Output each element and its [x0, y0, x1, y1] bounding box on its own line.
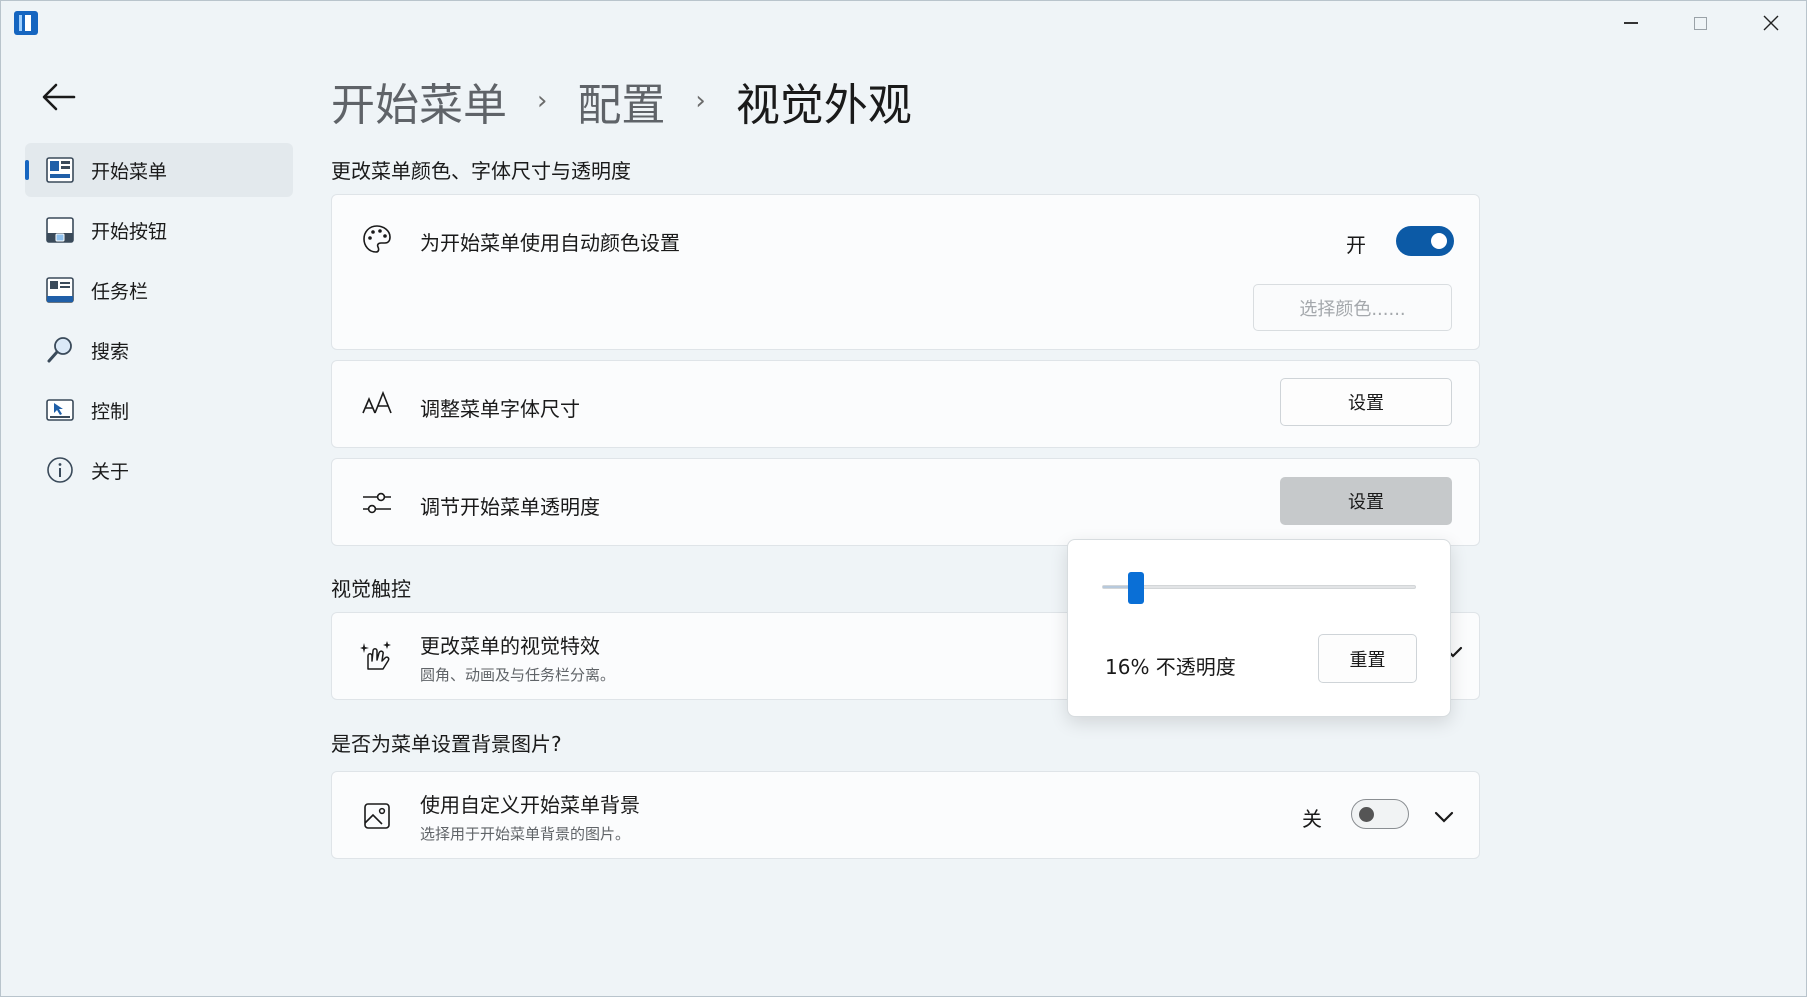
app-logo-icon — [14, 11, 38, 35]
taskbar-icon — [45, 275, 75, 305]
visual-effects-title: 更改菜单的视觉特效 — [420, 634, 600, 658]
start-button-icon — [45, 215, 75, 245]
sidebar-item-label: 搜索 — [91, 340, 130, 363]
start-menu-icon — [45, 155, 75, 185]
background-card: 使用自定义开始菜单背景 选择用于开始菜单背景的图片。 关 — [331, 771, 1480, 859]
maximize-icon — [1693, 16, 1707, 30]
minimize-icon — [1624, 22, 1638, 24]
info-icon — [45, 455, 75, 485]
section-title-colors: 更改菜单颜色、字体尺寸与透明度 — [331, 159, 631, 183]
sidebar-item-label: 开始菜单 — [91, 160, 168, 183]
breadcrumb-separator-icon: › — [695, 86, 706, 116]
palette-icon — [360, 222, 394, 256]
sidebar-item-label: 关于 — [91, 460, 130, 483]
sidebar-item-label: 任务栏 — [91, 280, 149, 303]
transparency-settings-button[interactable]: 设置 — [1280, 477, 1452, 525]
sidebar-item-start-menu[interactable]: 开始菜单 — [25, 143, 293, 197]
breadcrumb-separator-icon: › — [537, 86, 548, 116]
auto-color-toggle[interactable] — [1396, 226, 1454, 256]
sidebar-item-label: 控制 — [91, 400, 130, 423]
breadcrumb-item-config[interactable]: 配置 — [577, 69, 665, 133]
toggle-knob — [1359, 806, 1374, 822]
sparkle-hand-icon — [360, 639, 394, 673]
breadcrumb-item-start-menu[interactable]: 开始菜单 — [331, 69, 507, 133]
font-size-settings-button[interactable]: 设置 — [1280, 378, 1452, 426]
background-subtitle: 选择用于开始菜单背景的图片。 — [420, 825, 631, 843]
toggle-knob — [1431, 233, 1447, 249]
sidebar-item-about[interactable]: 关于 — [25, 443, 293, 497]
back-button[interactable] — [37, 77, 81, 117]
close-icon — [1763, 15, 1779, 31]
transparency-title: 调节开始菜单透明度 — [420, 495, 600, 519]
sidebar-item-search[interactable]: 搜索 — [25, 323, 293, 377]
slider-thumb[interactable] — [1127, 572, 1144, 604]
sidebar-item-start-button[interactable]: 开始按钮 — [25, 203, 293, 257]
search-icon — [45, 335, 75, 365]
auto-color-title: 为开始菜单使用自动颜色设置 — [420, 231, 680, 255]
sidebar-item-label: 开始按钮 — [91, 220, 168, 243]
breadcrumb: 开始菜单 › 配置 › 视觉外观 — [331, 71, 912, 131]
image-icon — [360, 799, 394, 833]
choose-color-button[interactable]: 选择颜色...... — [1253, 284, 1452, 331]
app-window: 开始菜单 开始按钮 任务栏 搜索 控制 关于 开始菜单 › 配置 › 视觉外观 … — [0, 0, 1807, 997]
close-button[interactable] — [1737, 1, 1805, 45]
arrow-left-icon — [42, 83, 76, 111]
section-title-background: 是否为菜单设置背景图片? — [331, 732, 562, 756]
opacity-slider[interactable] — [1102, 572, 1416, 604]
title-bar — [1, 1, 1806, 45]
background-title: 使用自定义开始菜单背景 — [420, 793, 640, 817]
page-title: 视觉外观 — [735, 80, 912, 131]
opacity-value: 16% 不透明度 — [1105, 655, 1236, 679]
auto-color-card: 为开始菜单使用自动颜色设置 开 选择颜色...... — [331, 194, 1480, 350]
control-icon — [45, 395, 75, 425]
sidebar-nav: 开始菜单 开始按钮 任务栏 搜索 控制 关于 — [25, 143, 293, 503]
minimize-button[interactable] — [1597, 1, 1665, 45]
opacity-flyout: 16% 不透明度 重置 — [1067, 539, 1451, 717]
chevron-down-icon[interactable] — [1433, 809, 1455, 828]
sliders-icon — [360, 486, 394, 520]
font-size-card: 调整菜单字体尺寸 设置 — [331, 360, 1480, 448]
sidebar-item-control[interactable]: 控制 — [25, 383, 293, 437]
background-toggle-label: 关 — [1302, 807, 1322, 831]
sidebar-item-taskbar[interactable]: 任务栏 — [25, 263, 293, 317]
transparency-card: 调节开始菜单透明度 设置 — [331, 458, 1480, 546]
visual-effects-subtitle: 圆角、动画及与任务栏分离。 — [420, 666, 616, 684]
maximize-button[interactable] — [1666, 1, 1734, 45]
auto-color-toggle-label: 开 — [1346, 233, 1366, 257]
reset-button[interactable]: 重置 — [1318, 634, 1417, 683]
font-size-icon — [360, 387, 394, 421]
font-size-title: 调整菜单字体尺寸 — [420, 397, 580, 421]
section-title-visual: 视觉触控 — [331, 577, 411, 601]
background-toggle[interactable] — [1351, 799, 1409, 829]
